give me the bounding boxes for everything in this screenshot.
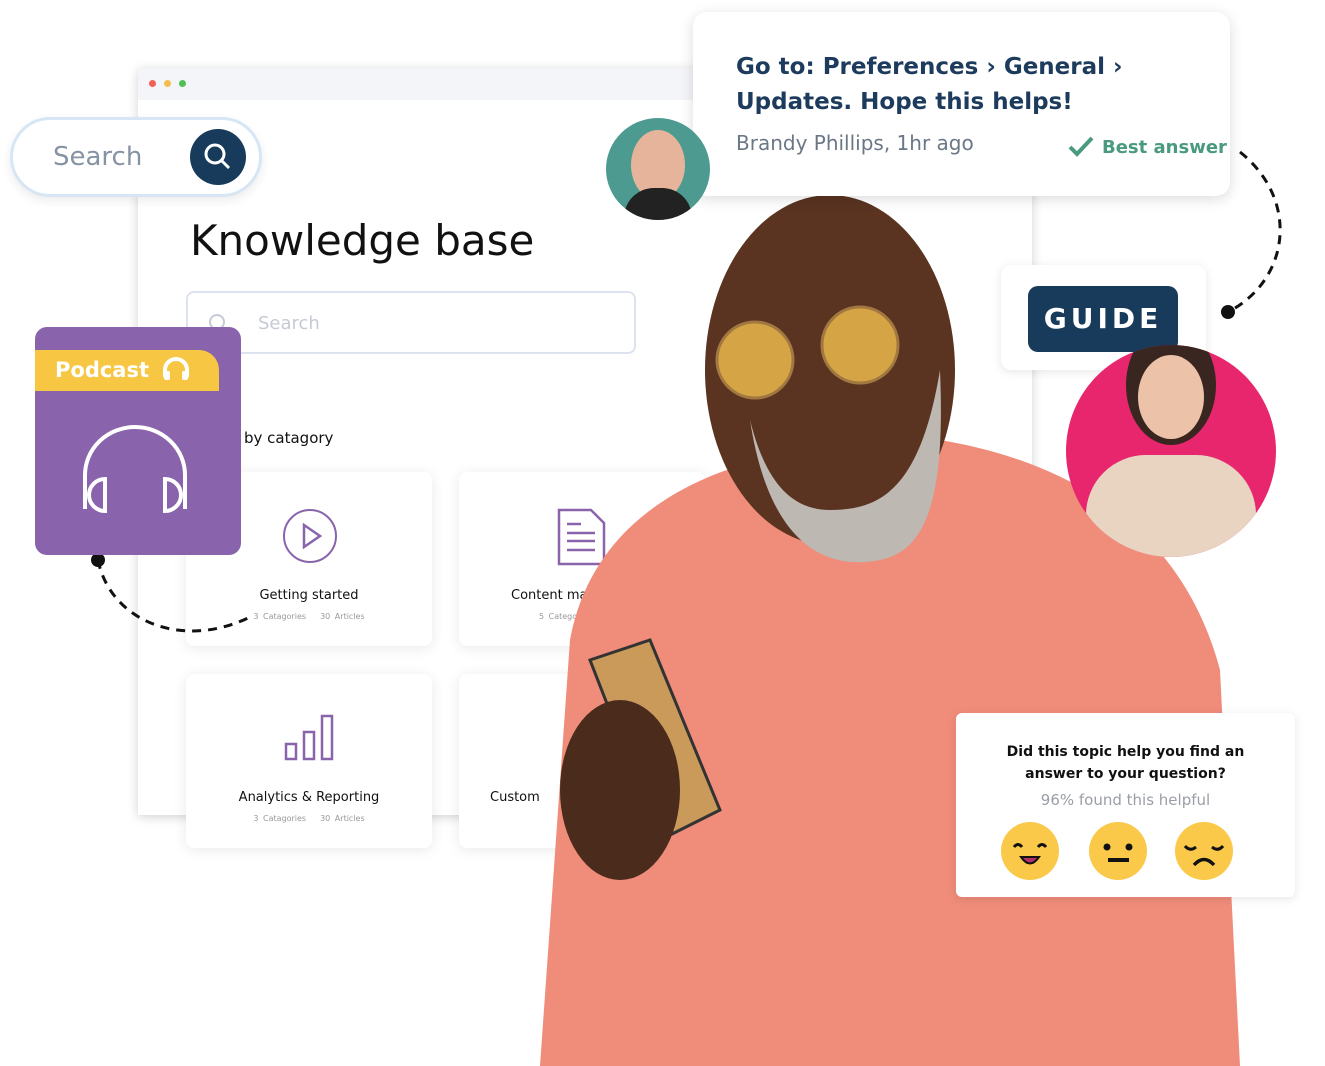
headphones-icon bbox=[83, 425, 187, 514]
answer-author: Brandy Phillips, 1hr ago bbox=[736, 131, 974, 155]
feedback-question-line2: answer to your question? bbox=[1025, 766, 1226, 782]
best-answer-badge: Best answer bbox=[1068, 135, 1227, 158]
best-answer-label: Best answer bbox=[1102, 137, 1227, 158]
search-button[interactable] bbox=[190, 129, 246, 185]
feedback-card: Did this topic help you find an answer to… bbox=[956, 713, 1295, 897]
sad-face-icon[interactable] bbox=[1175, 822, 1233, 880]
avatar bbox=[1066, 345, 1276, 557]
helpful-stat: 96% found this helpful bbox=[1040, 791, 1211, 809]
feedback-question-line1: Did this topic help you find an bbox=[1006, 744, 1245, 760]
avatar bbox=[606, 118, 710, 220]
answer-text-line2: Updates. Hope this helps! bbox=[736, 89, 1073, 115]
answer-text-line1: Go to: Preferences › General › bbox=[736, 54, 1123, 80]
podcast-tab: Podcast bbox=[35, 350, 219, 391]
answer-card: Go to: Preferences › General › Updates. H… bbox=[693, 12, 1230, 196]
search-icon bbox=[204, 143, 231, 170]
checkmark-icon bbox=[1068, 136, 1094, 157]
neutral-face-icon[interactable] bbox=[1089, 822, 1147, 880]
happy-face-icon[interactable] bbox=[1001, 822, 1059, 880]
headphones-icon bbox=[163, 357, 190, 380]
search-bar[interactable]: Search bbox=[10, 117, 262, 197]
podcast-card[interactable]: Podcast bbox=[35, 327, 241, 555]
search-placeholder: Search bbox=[53, 142, 143, 172]
guide-button[interactable]: GUIDE bbox=[1028, 286, 1178, 352]
podcast-label: Podcast bbox=[55, 358, 150, 382]
